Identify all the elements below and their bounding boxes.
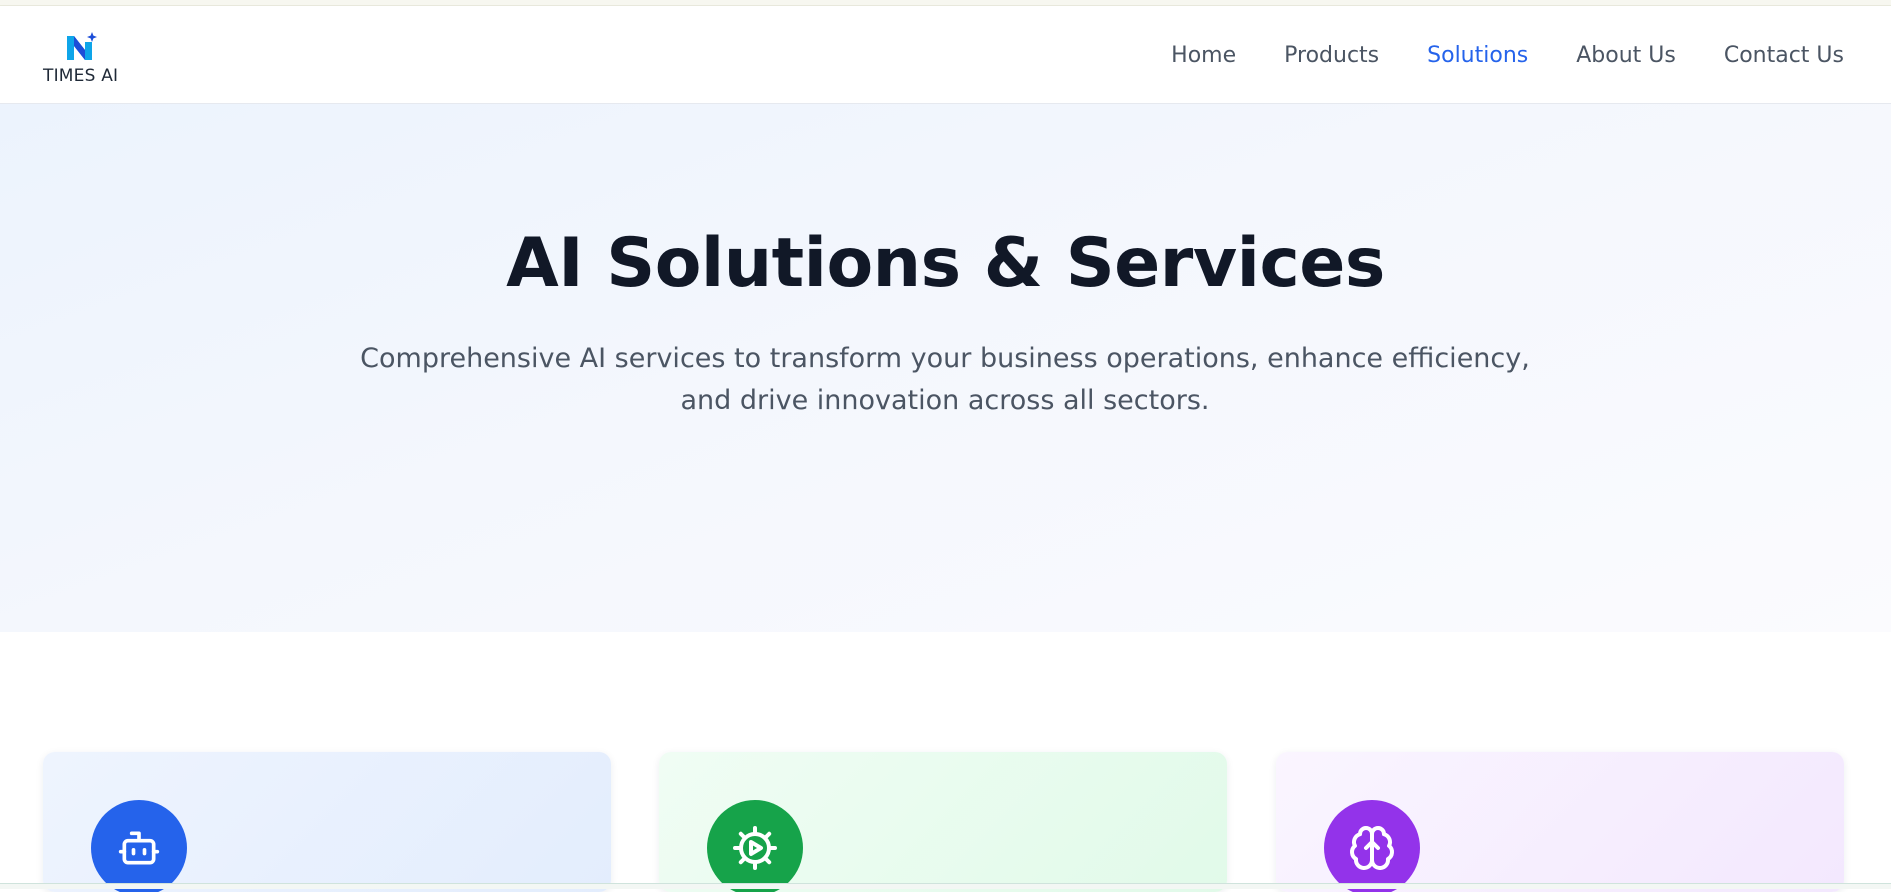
solution-card-1[interactable]	[43, 752, 611, 892]
nav-products[interactable]: Products	[1284, 43, 1379, 68]
solution-card-2[interactable]	[659, 752, 1227, 892]
n-spark-logo-icon	[67, 32, 97, 60]
brand-logo[interactable]: TIMES AI	[43, 32, 123, 88]
hero-subtitle: Comprehensive AI services to transform y…	[360, 343, 1530, 416]
top-navbar: TIMES AI Home Products Solutions About U…	[0, 6, 1891, 104]
nav-contact-us[interactable]: Contact Us	[1724, 43, 1844, 68]
gear-play-icon	[707, 800, 803, 892]
robot-icon	[91, 800, 187, 892]
hero-title: AI Solutions & Services	[506, 224, 1385, 303]
brain-icon	[1324, 800, 1420, 892]
nav-about-us[interactable]: About Us	[1576, 43, 1676, 68]
solution-card-3[interactable]	[1276, 752, 1844, 892]
brand-name: TIMES AI	[43, 66, 119, 86]
nav-solutions[interactable]: Solutions	[1427, 43, 1528, 68]
hero-section: AI Solutions & Services Comprehensive AI…	[0, 104, 1891, 632]
main-nav: Home Products Solutions About Us Contact…	[1171, 6, 1844, 104]
nav-home[interactable]: Home	[1171, 43, 1236, 68]
page-bottom-edge	[0, 883, 1891, 889]
solutions-cards-section	[0, 632, 1891, 892]
